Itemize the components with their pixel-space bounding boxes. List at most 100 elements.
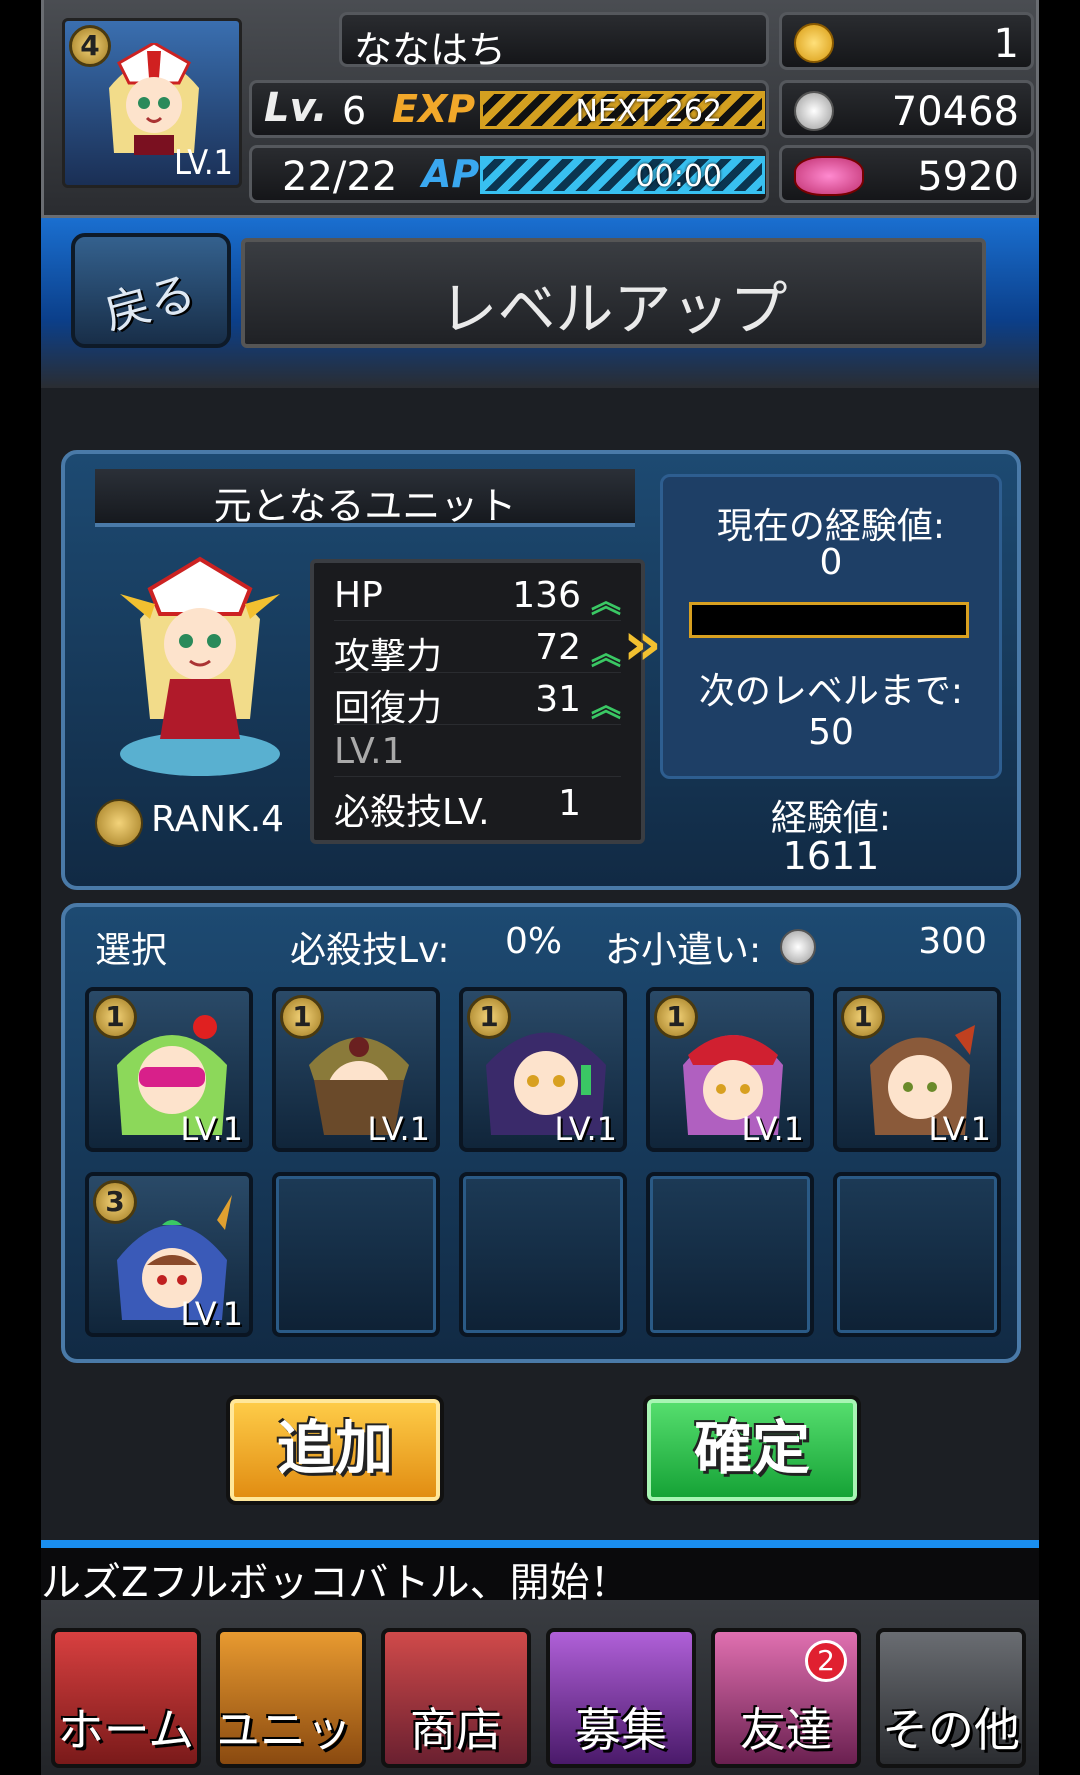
unit-rank-badge: 1: [280, 995, 324, 1039]
ap-timer: 00:00: [635, 159, 722, 194]
exp-label: EXP: [392, 87, 476, 131]
material-panel: 選択 必殺技Lv: 0% お小遣い: 300 1 LV.1 1 LV.1 1 L…: [61, 903, 1021, 1363]
ap-value: 22/22: [282, 154, 398, 200]
nav-friends[interactable]: 2 友達: [711, 1628, 861, 1768]
stat-level: LV.1: [334, 727, 621, 777]
stat-value: 136: [512, 575, 581, 616]
exp-next: NEXT 262: [575, 94, 722, 129]
confirm-button[interactable]: 確定: [643, 1395, 861, 1505]
base-unit-title: 元となるユニット: [213, 484, 517, 528]
leader-avatar[interactable]: 4 LV.1: [62, 18, 242, 188]
base-unit-rank: RANK.4: [151, 799, 285, 840]
game-frame: 4 LV.1 ななはち Lv. 6 EXP NEXT 262 22/22 AP …: [41, 0, 1039, 1775]
player-name: ななはち: [354, 28, 507, 72]
ap-plate: 22/22 AP 00:00: [249, 145, 769, 203]
cost-value: 300: [918, 921, 987, 962]
stat-attack: 攻撃力 72 ︽: [334, 623, 621, 677]
stat-label: 必殺技LV.: [334, 792, 490, 833]
stats-panel: HP 136 ︽ 攻撃力 72 ︽ 回復力 31 ︽ LV.1 必殺技LV. 1: [310, 559, 645, 844]
silver-currency: 70468: [779, 80, 1034, 138]
next-level-value: 50: [808, 712, 854, 753]
select-label: 選択: [95, 930, 168, 971]
friends-notification-badge: 2: [805, 1640, 847, 1682]
ticker-text: ルズZフルボッコバトル、開始！: [41, 1560, 630, 1600]
player-level: 6: [342, 89, 367, 133]
unit-rank-badge: 1: [841, 995, 885, 1039]
material-slot[interactable]: 1 LV.1: [459, 987, 627, 1152]
stat-label: LV.1: [334, 731, 405, 772]
back-label: 戻る: [98, 264, 202, 341]
nav-recruit[interactable]: 募集: [546, 1628, 696, 1768]
base-unit-portrait[interactable]: [100, 549, 300, 779]
nav-other[interactable]: その他: [876, 1628, 1026, 1768]
ticker-divider: [41, 1540, 1039, 1548]
gold-coin-icon: [794, 23, 834, 63]
nav-recruit-label: 募集: [575, 1703, 667, 1757]
skill-chance-value: 0%: [505, 921, 563, 962]
unit-level: LV.1: [367, 1110, 430, 1148]
unit-rank-badge: 1: [467, 995, 511, 1039]
stat-value: 1: [558, 783, 581, 824]
gold-currency[interactable]: 1: [779, 12, 1034, 70]
next-level-label: 次のレベルまで:: [698, 671, 964, 712]
ap-bar: 00:00: [480, 156, 765, 194]
unit-level: LV.1: [180, 1110, 243, 1148]
screen-header: 戻る レベルアップ: [41, 218, 1039, 388]
material-slot[interactable]: 1 LV.1: [646, 987, 814, 1152]
stat-up-arrow-icon: ︽: [591, 689, 621, 724]
exp-info-panel: 現在の経験値: 0 次のレベルまで: 50: [660, 474, 1002, 779]
friend-points: 5920: [779, 145, 1034, 203]
material-slot[interactable]: 3 LV.1: [85, 1172, 253, 1337]
skill-chance-label: 必殺技Lv:: [290, 930, 450, 971]
stat-value: 72: [535, 627, 581, 668]
stat-label: 攻撃力: [334, 636, 443, 677]
stat-up-arrow-icon: ︽: [591, 637, 621, 672]
material-slot[interactable]: 1 LV.1: [833, 987, 1001, 1152]
material-slot[interactable]: 1 LV.1: [85, 987, 253, 1152]
stat-up-arrow-icon: ︽: [591, 585, 621, 620]
player-name-plate: ななはち: [339, 12, 769, 72]
base-unit-title-bar: 元となるユニット: [95, 469, 635, 528]
stat-skill-level: 必殺技LV. 1: [334, 779, 621, 833]
level-plate: Lv. 6 EXP NEXT 262: [249, 80, 769, 138]
cost-label: お小遣い:: [605, 930, 762, 971]
unit-level: LV.1: [554, 1110, 617, 1148]
nav-home-label: ホーム: [57, 1703, 195, 1757]
exp-total-value: 1611: [782, 834, 880, 878]
exp-bar: NEXT 262: [480, 91, 765, 129]
friend-points-icon: [794, 156, 864, 196]
news-ticker[interactable]: ルズZフルボッコバトル、開始！: [41, 1548, 1039, 1600]
unit-rank-badge: 1: [93, 995, 137, 1039]
nav-unit[interactable]: ユニット: [216, 1628, 366, 1768]
nav-home[interactable]: ホーム: [51, 1628, 201, 1768]
nav-unit-label: ユニット: [216, 1703, 362, 1757]
arrow-right-icon: »: [623, 609, 662, 679]
exp-progress-bar: [689, 602, 969, 638]
current-exp-value: 0: [819, 542, 843, 583]
back-button[interactable]: 戻る: [71, 233, 231, 348]
empty-material-slot[interactable]: [833, 1172, 1001, 1337]
silver-coin-icon: [794, 91, 834, 131]
stat-recovery: 回復力 31 ︽: [334, 675, 621, 729]
nav-friends-label: 友達: [740, 1703, 832, 1757]
friend-points-value: 5920: [917, 154, 1019, 200]
stat-label: HP: [334, 575, 383, 616]
add-button[interactable]: 追加: [226, 1395, 444, 1505]
empty-material-slot[interactable]: [459, 1172, 627, 1337]
nav-shop-label: 商店: [410, 1703, 502, 1757]
bottom-nav: ホーム ユニット 商店 募集 2 友達 その他: [41, 1600, 1039, 1775]
nav-other-label: その他: [882, 1703, 1020, 1757]
stat-value: 31: [535, 679, 581, 720]
unit-level: LV.1: [928, 1110, 991, 1148]
status-panel: 4 LV.1 ななはち Lv. 6 EXP NEXT 262 22/22 AP …: [41, 0, 1039, 218]
stat-hp: HP 136 ︽: [334, 571, 621, 621]
silver-coin-icon: [780, 929, 816, 965]
page-title: レベルアップ: [439, 275, 788, 343]
stat-label: 回復力: [334, 688, 443, 729]
material-slot[interactable]: 1 LV.1: [272, 987, 440, 1152]
empty-material-slot[interactable]: [646, 1172, 814, 1337]
empty-material-slot[interactable]: [272, 1172, 440, 1337]
nav-shop[interactable]: 商店: [381, 1628, 531, 1768]
unit-rank-badge: 1: [654, 995, 698, 1039]
rank-icon: [95, 799, 143, 847]
